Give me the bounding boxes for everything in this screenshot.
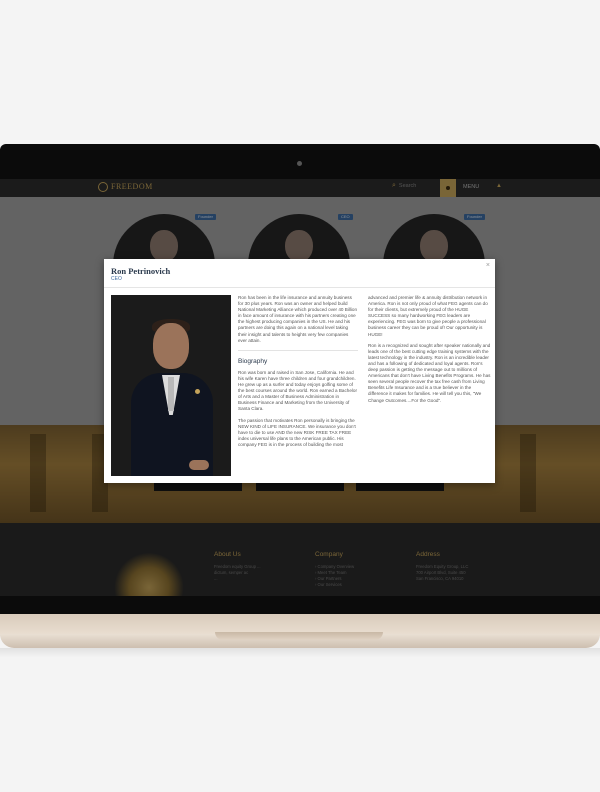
portrait-face [153, 323, 189, 369]
bio-intro: Ron has been in the life insurance and a… [238, 295, 357, 343]
modal-text-column-2: advanced and premier life & annuity dist… [368, 295, 491, 409]
bio-paragraph: The passion that motivates Ron personall… [238, 417, 356, 447]
biography-heading: Biography [238, 357, 268, 365]
modal-text-column-1: Ron has been in the life insurance and a… [238, 295, 358, 453]
section-divider [238, 349, 358, 351]
modal-person-role: CEO [111, 276, 122, 282]
bio-modal: Ron Petrinovich CEO × Ron has been in th… [104, 259, 495, 483]
laptop-screen: FREEDOM ⌕ Search MENU ▲ Founder CEO Foun… [0, 179, 600, 596]
close-icon[interactable]: × [486, 262, 490, 269]
laptop-shadow [0, 648, 600, 658]
screen-bottom-bezel [0, 596, 600, 614]
portrait-hand [189, 460, 209, 470]
person-portrait [111, 295, 231, 476]
modal-person-name: Ron Petrinovich [111, 266, 171, 276]
modal-divider [104, 287, 495, 288]
bio-paragraph: advanced and premier life & annuity dist… [368, 295, 488, 337]
camera-icon [297, 161, 302, 166]
bio-paragraph: Ron is a recognized and sought after spe… [368, 342, 491, 403]
bio-paragraph: Ron was born and raised in San Jose, Cal… [238, 369, 358, 412]
portrait-tie [168, 377, 174, 411]
portrait-pin [195, 389, 200, 394]
laptop-opening-notch [215, 632, 383, 640]
